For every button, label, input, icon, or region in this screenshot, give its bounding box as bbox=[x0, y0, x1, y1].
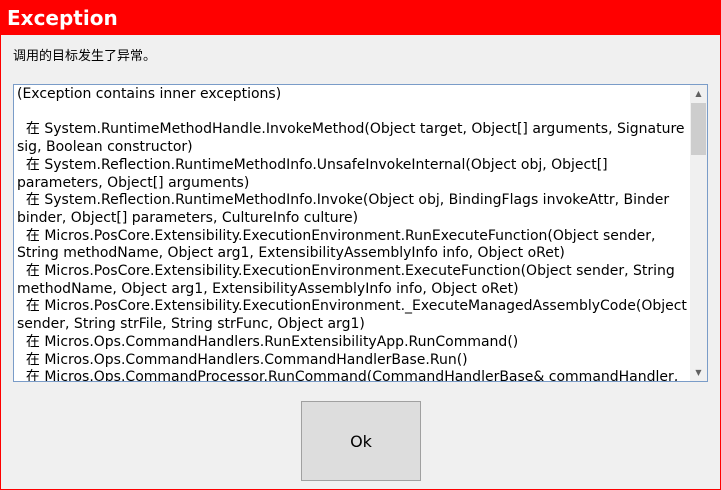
vertical-scrollbar[interactable]: ▲ ▼ bbox=[690, 85, 707, 381]
exception-details-box[interactable]: (Exception contains inner exceptions) 在 … bbox=[13, 84, 708, 382]
scroll-up-icon[interactable]: ▲ bbox=[690, 85, 707, 102]
exception-dialog: Exception 调用的目标发生了异常。 (Exception contain… bbox=[0, 0, 721, 490]
dialog-title: Exception bbox=[1, 1, 720, 35]
error-message: 调用的目标发生了异常。 bbox=[13, 49, 157, 64]
scrollbar-thumb[interactable] bbox=[691, 103, 706, 155]
ok-button[interactable]: Ok bbox=[301, 401, 421, 481]
exception-details-text: (Exception contains inner exceptions) 在 … bbox=[17, 86, 687, 382]
scroll-down-icon[interactable]: ▼ bbox=[690, 364, 707, 381]
